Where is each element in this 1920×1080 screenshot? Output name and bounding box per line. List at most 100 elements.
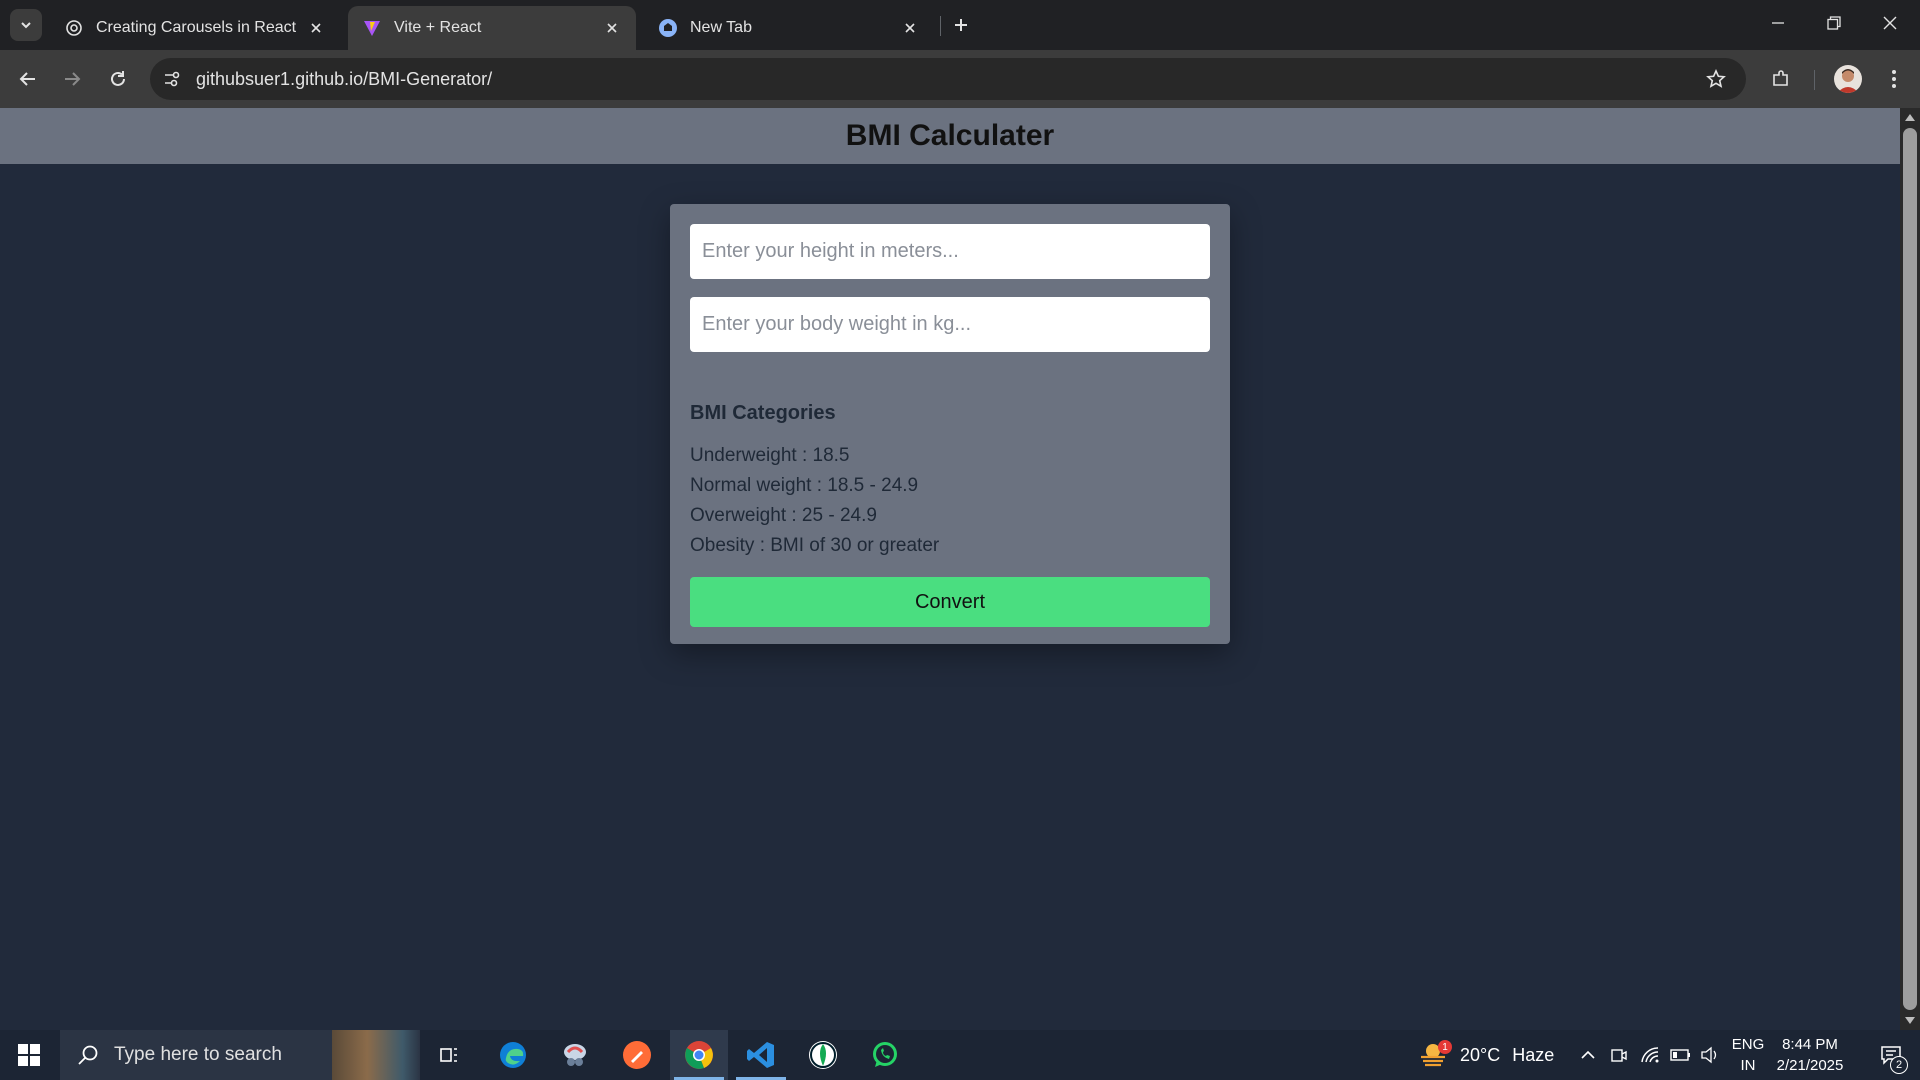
category-item: Underweight : 18.5 <box>690 445 850 466</box>
vscode-app[interactable] <box>732 1030 790 1080</box>
edge-icon <box>500 1042 526 1068</box>
battery-button[interactable] <box>1670 1030 1692 1080</box>
language-region: IN <box>1740 1057 1756 1074</box>
chrome-menu-button[interactable] <box>1878 63 1910 95</box>
height-input[interactable] <box>690 224 1210 279</box>
bookmark-star-icon[interactable] <box>1704 67 1728 91</box>
chevron-up-icon <box>1581 1050 1595 1059</box>
notification-center-button[interactable]: 2 <box>1866 1030 1916 1080</box>
vscode-icon <box>747 1042 774 1068</box>
tab-separator <box>940 16 941 36</box>
close-window-button[interactable] <box>1862 0 1918 46</box>
categories-list: Underweight : 18.5 Normal weight : 18.5 … <box>690 441 1210 561</box>
clock-time: 8:44 PM <box>1782 1036 1838 1053</box>
mongodb-compass-icon <box>809 1041 837 1069</box>
convert-button[interactable]: Convert <box>690 577 1210 627</box>
speaker-icon <box>1701 1046 1717 1064</box>
volume-button[interactable] <box>1700 1030 1720 1080</box>
battery-icon <box>1670 1049 1690 1061</box>
restore-icon <box>1827 16 1841 30</box>
task-view-icon <box>440 1048 457 1062</box>
page-viewport: BMI Calculater BMI Categories Underweigh… <box>0 108 1900 1030</box>
category-item: Normal weight : 18.5 - 24.9 <box>690 475 919 496</box>
tab-title: New Tab <box>690 19 752 36</box>
search-placeholder: Type here to search <box>114 1044 282 1065</box>
openai-icon <box>64 18 84 38</box>
forward-button[interactable] <box>56 63 88 95</box>
minimize-button[interactable] <box>1750 0 1806 46</box>
site-settings-icon[interactable] <box>160 67 184 91</box>
app-header: BMI Calculater <box>0 108 1900 164</box>
chrome-app[interactable] <box>670 1030 728 1080</box>
system-clock[interactable]: 8:44 PM 2/21/2025 <box>1770 1034 1850 1076</box>
weather-widget[interactable]: 20°C Haze <box>1418 1030 1554 1080</box>
language-code: ENG <box>1731 1036 1765 1053</box>
weather-temp: 20°C <box>1460 1044 1501 1065</box>
chrome-newtab-icon <box>658 18 678 38</box>
search-highlight-image <box>332 1030 420 1080</box>
mongodb-compass-app[interactable] <box>794 1030 852 1080</box>
windows-taskbar: Type here to search 20°C Haze 1 ENG IN 8… <box>0 1030 1920 1080</box>
weather-alert-badge: 1 <box>1438 1040 1452 1054</box>
scroll-down-arrow[interactable] <box>1905 1017 1915 1024</box>
kebab-menu-icon <box>1892 70 1896 88</box>
puzzle-icon <box>1773 70 1788 86</box>
task-view-button[interactable] <box>420 1030 478 1080</box>
minimize-icon <box>1772 22 1784 24</box>
new-tab-button[interactable] <box>948 12 974 38</box>
tab-title: Vite + React <box>394 19 482 36</box>
weight-input[interactable] <box>690 297 1210 352</box>
category-item: Overweight : 25 - 24.9 <box>690 505 877 526</box>
taskbar-search[interactable]: Type here to search <box>60 1030 420 1080</box>
extensions-button[interactable] <box>1765 63 1797 95</box>
tab-creating-carousels[interactable]: Creating Carousels in React <box>50 6 340 50</box>
vite-icon <box>362 18 382 38</box>
plus-icon <box>955 19 967 31</box>
page-scrollbar[interactable] <box>1900 108 1920 1030</box>
close-tab-icon[interactable] <box>602 18 622 38</box>
wifi-icon <box>1641 1047 1659 1063</box>
categories-heading: BMI Categories <box>690 402 836 424</box>
bmi-card: BMI Categories Underweight : 18.5 Normal… <box>670 204 1230 644</box>
profile-avatar[interactable] <box>1834 65 1862 93</box>
show-hidden-icons-button[interactable] <box>1580 1030 1596 1080</box>
edge-app[interactable] <box>484 1030 542 1080</box>
snipping-tool-app[interactable] <box>546 1030 604 1080</box>
restore-button[interactable] <box>1806 0 1862 46</box>
category-item: Obesity : BMI of 30 or greater <box>690 535 940 556</box>
close-tab-icon[interactable] <box>306 18 326 38</box>
tab-search-button[interactable] <box>10 9 42 41</box>
close-tab-icon[interactable] <box>900 18 920 38</box>
chrome-icon <box>685 1041 713 1069</box>
postman-app[interactable] <box>608 1030 666 1080</box>
reload-button[interactable] <box>102 63 134 95</box>
arrow-left-icon <box>19 72 35 86</box>
meet-now-button[interactable] <box>1610 1030 1628 1080</box>
url-text: githubsuer1.github.io/BMI-Generator/ <box>196 69 493 89</box>
whatsapp-app[interactable] <box>856 1030 914 1080</box>
back-button[interactable] <box>12 63 44 95</box>
chevron-down-icon <box>21 22 31 29</box>
snipping-icon <box>564 1044 586 1066</box>
scrollbar-thumb[interactable] <box>1903 128 1917 1010</box>
tab-strip: Creating Carousels in React Vite + React… <box>0 0 1920 50</box>
close-icon <box>1883 16 1897 30</box>
arrow-right-icon <box>65 72 81 86</box>
browser-toolbar: githubsuer1.github.io/BMI-Generator/ <box>0 50 1920 108</box>
notification-count-badge: 2 <box>1890 1056 1908 1074</box>
scroll-up-arrow[interactable] <box>1905 114 1915 121</box>
toolbar-divider <box>1814 70 1815 90</box>
whatsapp-icon <box>873 1042 897 1067</box>
reload-icon <box>111 71 125 86</box>
weather-condition: Haze <box>1512 1044 1555 1065</box>
postman-icon <box>623 1041 651 1069</box>
camera-icon <box>1611 1049 1627 1062</box>
page-title: BMI Calculater <box>845 119 1055 152</box>
start-button[interactable] <box>0 1030 58 1080</box>
network-button[interactable] <box>1640 1030 1660 1080</box>
language-indicator[interactable]: ENG IN <box>1728 1034 1768 1076</box>
tab-new-tab[interactable]: New Tab <box>644 6 934 50</box>
search-icon <box>74 1041 102 1069</box>
address-bar[interactable]: githubsuer1.github.io/BMI-Generator/ <box>150 58 1746 100</box>
tab-vite-react[interactable]: Vite + React <box>348 6 636 50</box>
